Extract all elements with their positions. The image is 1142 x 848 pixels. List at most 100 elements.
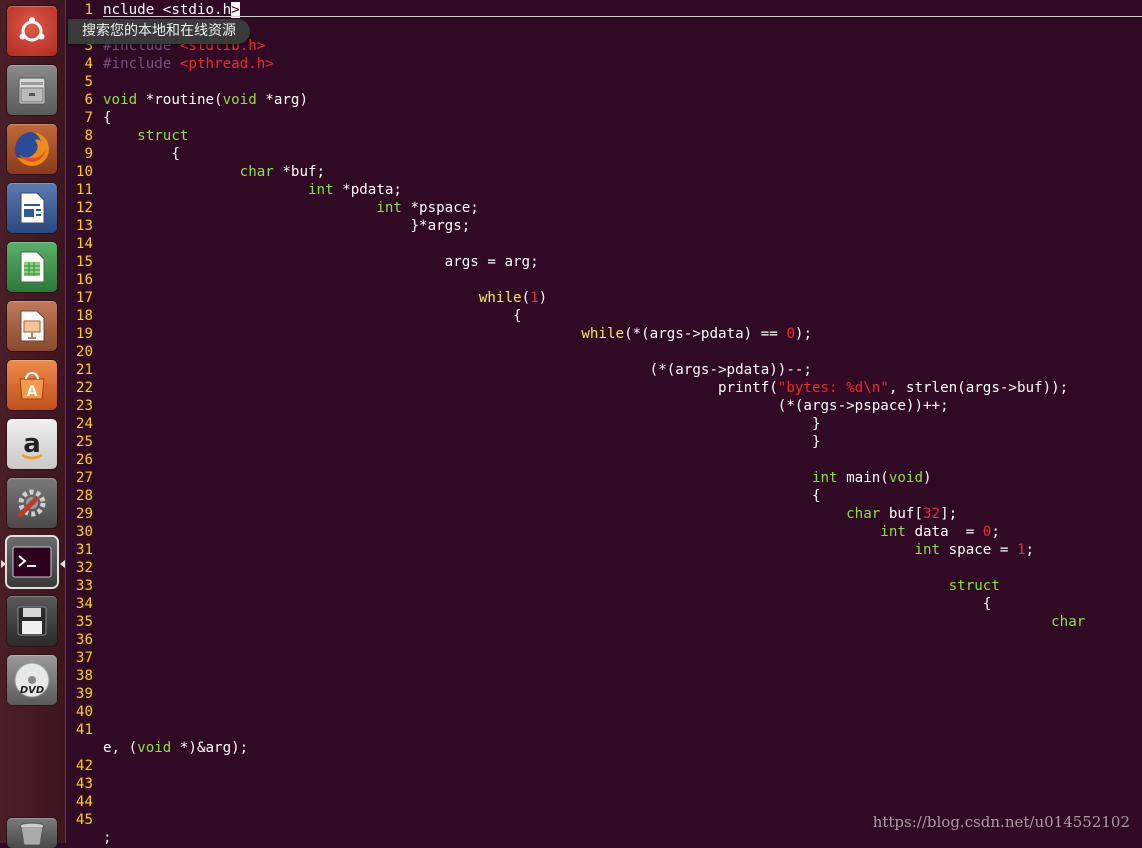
writer-button[interactable]: [7, 183, 57, 233]
cursor-line-underline: [103, 16, 1142, 17]
code-token: }: [103, 434, 821, 450]
code-token: args = arg;: [103, 254, 539, 270]
trash-button[interactable]: [7, 818, 57, 848]
code-token: (*(args->pdata))--;: [103, 362, 812, 378]
code-line: 20: [66, 343, 1142, 361]
line-number: 39: [75, 686, 93, 702]
line-number: 11: [75, 182, 93, 198]
svg-text:a: a: [23, 429, 41, 459]
code-text: int *pspace;: [103, 199, 479, 217]
code-token: *)&arg);: [171, 740, 249, 756]
code-token: struct: [948, 578, 1000, 594]
line-number: 28: [75, 488, 93, 504]
code-line: 36: [66, 631, 1142, 649]
line-number: 37: [75, 650, 93, 666]
dvd-button[interactable]: DVD: [7, 655, 57, 705]
impress-button[interactable]: [7, 301, 57, 351]
code-text: }*args;: [103, 217, 470, 235]
line-number: 1: [84, 2, 93, 18]
line-number: 32: [75, 560, 93, 576]
software-center-button[interactable]: A: [7, 360, 57, 410]
line-number: 35: [75, 614, 93, 630]
code-text: args = arg;: [103, 253, 539, 271]
code-token: int: [376, 200, 402, 216]
line-number: 41: [75, 722, 93, 738]
code-token: buf[: [880, 506, 924, 522]
code-text: #include <pthread.h>: [103, 55, 274, 73]
line-number: 19: [75, 326, 93, 342]
code-token: ;: [103, 830, 112, 846]
line-number: 44: [75, 794, 93, 810]
code-line: 9 {: [66, 145, 1142, 163]
code-line: 38: [66, 667, 1142, 685]
line-number: 43: [75, 776, 93, 792]
system-settings-button[interactable]: [7, 478, 57, 528]
code-token: <pthread.h>: [179, 56, 274, 72]
save-disk-button[interactable]: [7, 596, 57, 646]
dvd-icon: DVD: [14, 662, 50, 698]
line-number: 27: [75, 470, 93, 486]
code-line: 7{: [66, 109, 1142, 127]
code-text: int main(void): [103, 469, 932, 487]
calc-button[interactable]: [7, 242, 57, 292]
amazon-icon: a: [21, 429, 43, 460]
code-line: 11 int *pdata;: [66, 181, 1142, 199]
code-text: printf("bytes: %d\n", strlen(args->buf))…: [103, 379, 1068, 397]
dash-home-button[interactable]: [7, 6, 57, 56]
code-line: 28 {: [66, 487, 1142, 505]
amazon-button[interactable]: a: [7, 419, 57, 469]
code-text: {: [103, 145, 180, 163]
code-token: 1: [530, 290, 539, 306]
code-line: 37: [66, 649, 1142, 667]
line-number: 5: [84, 74, 93, 90]
line-number: 17: [75, 290, 93, 306]
code-text: while(*(args->pdata) == 0);: [103, 325, 812, 343]
line-number: 36: [75, 632, 93, 648]
vim-editor[interactable]: 1nclude <stdio.h>2h>3#include <stdlib.h>…: [66, 0, 1142, 846]
code-line: 27 int main(void): [66, 469, 1142, 487]
code-token: #include: [103, 56, 180, 72]
files-button[interactable]: [7, 65, 57, 115]
code-token: *pspace;: [401, 200, 479, 216]
line-number: 9: [84, 146, 93, 162]
code-line: 24 }: [66, 415, 1142, 433]
code-token: int: [914, 542, 941, 558]
line-number: 33: [75, 578, 93, 594]
system-settings-icon: [17, 489, 46, 518]
line-number: 18: [75, 308, 93, 324]
firefox-button[interactable]: [7, 124, 57, 174]
code-token: 0: [786, 326, 795, 342]
code-token: (: [521, 290, 531, 306]
code-line: 10 char *buf;: [66, 163, 1142, 181]
code-line: 22 printf("bytes: %d\n", strlen(args->bu…: [66, 379, 1142, 397]
dash-home-icon: [19, 17, 45, 42]
line-number: 8: [84, 128, 93, 144]
code-line: e, (void *)&arg);: [66, 739, 1142, 757]
code-token: );: [794, 326, 812, 342]
code-line: 17 while(1): [66, 289, 1142, 307]
code-text: {: [103, 595, 992, 613]
code-token: e, (: [103, 740, 138, 756]
code-line: 31 int space = 1;: [66, 541, 1142, 559]
code-token: *routine(: [137, 92, 223, 108]
code-token: ;: [991, 524, 1000, 540]
code-token: void: [137, 740, 172, 756]
code-line: 12 int *pspace;: [66, 199, 1142, 217]
line-number: 40: [75, 704, 93, 720]
terminal-button[interactable]: [7, 537, 57, 587]
code-token: *buf;: [273, 164, 326, 180]
code-text: struct: [103, 127, 188, 145]
code-text: char *buf;: [103, 163, 325, 181]
code-text: void *routine(void *arg): [103, 91, 308, 109]
code-token: int: [811, 470, 838, 486]
line-number: 31: [75, 542, 93, 558]
code-line: 23 (*(args->pspace))++;: [66, 397, 1142, 415]
code-line: 21 (*(args->pdata))--;: [66, 361, 1142, 379]
line-number: 42: [75, 758, 93, 774]
files-icon: [18, 77, 46, 105]
